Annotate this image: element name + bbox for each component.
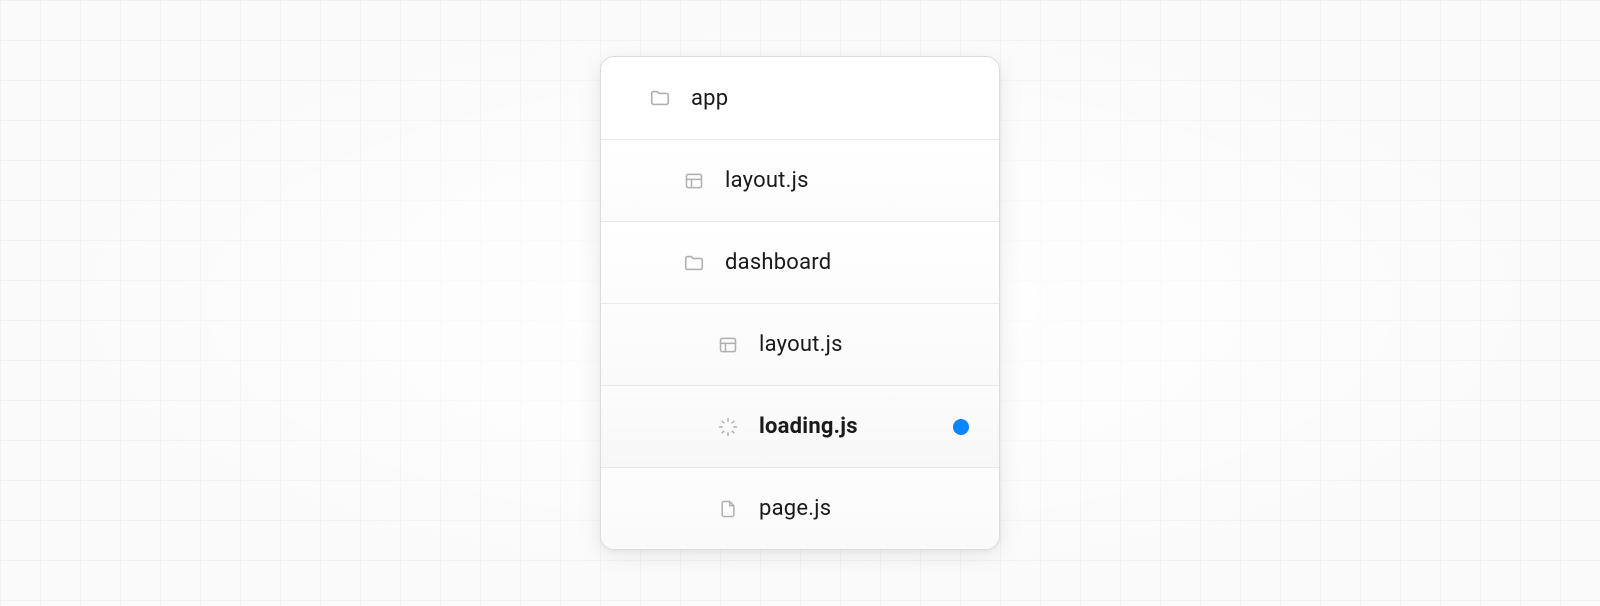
tree-row-label: layout.js bbox=[759, 332, 843, 357]
spinner-icon bbox=[717, 416, 739, 438]
tree-row-root[interactable]: app bbox=[601, 57, 999, 139]
tree-row-dashboard[interactable]: dashboard bbox=[601, 221, 999, 303]
tree-row-page[interactable]: page.js bbox=[601, 467, 999, 549]
tree-row-dashboard-layout[interactable]: layout.js bbox=[601, 303, 999, 385]
layout-icon bbox=[683, 170, 705, 192]
tree-row-label: layout.js bbox=[725, 168, 809, 193]
layout-icon bbox=[717, 334, 739, 356]
active-marker-icon bbox=[953, 419, 969, 435]
tree-row-label: app bbox=[691, 86, 728, 111]
file-tree-panel: app layout.js dashboard layout.js bbox=[600, 56, 1000, 550]
file-icon bbox=[717, 498, 739, 520]
tree-row-label: page.js bbox=[759, 496, 831, 521]
folder-icon bbox=[649, 87, 671, 109]
tree-row-label: dashboard bbox=[725, 250, 831, 275]
tree-row-label: loading.js bbox=[759, 414, 858, 439]
folder-icon bbox=[683, 252, 705, 274]
tree-row-layout[interactable]: layout.js bbox=[601, 139, 999, 221]
tree-row-loading[interactable]: loading.js bbox=[601, 385, 999, 467]
